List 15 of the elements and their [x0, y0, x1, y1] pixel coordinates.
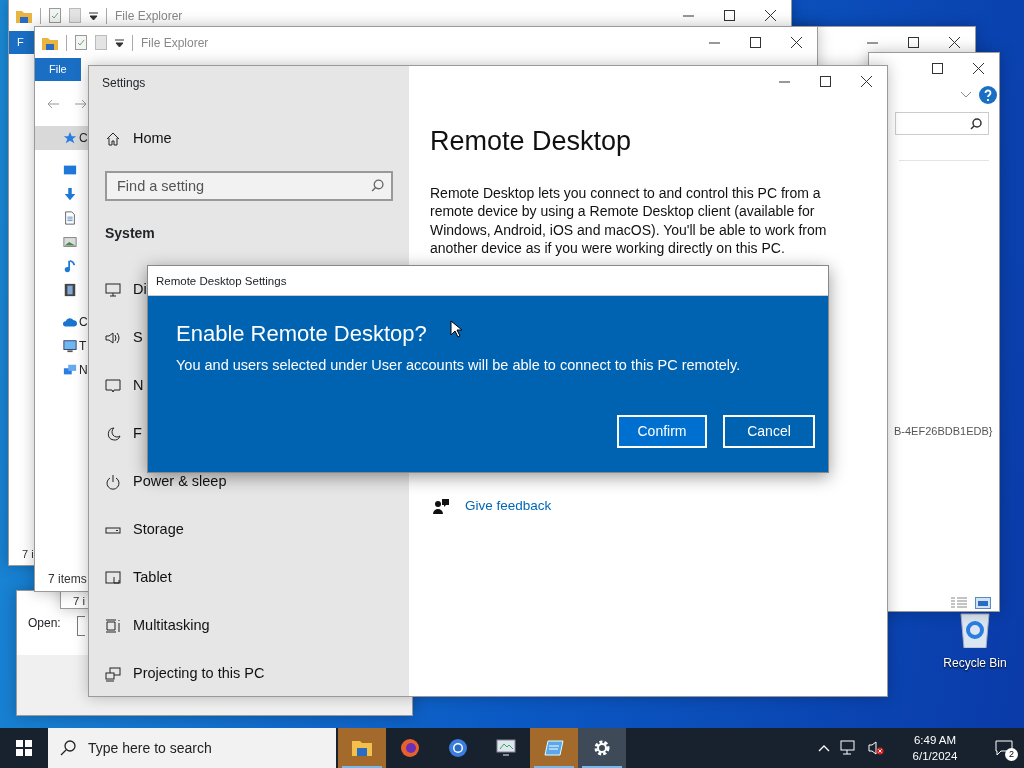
window-title: File Explorer [115, 7, 183, 25]
description-text: Remote Desktop lets you connect to and control this PC from a remote device by using a Remote Desktop client (available for Windows, Android, iOS and macOS). You'll be able to work from another device as if you were working directly on this PC. [430, 183, 828, 258]
dialog-title: Remote Desktop Settings [148, 266, 828, 296]
status-text: 7 i [73, 594, 86, 608]
path-text: B-4EF26BDB1EDB} [894, 424, 993, 439]
status-text: 7 items [48, 571, 87, 588]
dialog-message: You and users selected under User accounts will be able to connect to this PC remotely. [176, 356, 742, 376]
window-title: File Explorer [141, 34, 209, 52]
notification-count: 2 [1005, 748, 1018, 761]
open-label: Open: [28, 615, 61, 632]
dialog-heading: Enable Remote Desktop? [176, 321, 427, 348]
page-title: Remote Desktop [430, 125, 633, 158]
window-title: Settings [101, 75, 147, 92]
status-text: 7 i [22, 546, 34, 562]
section-heading: System [104, 224, 156, 243]
